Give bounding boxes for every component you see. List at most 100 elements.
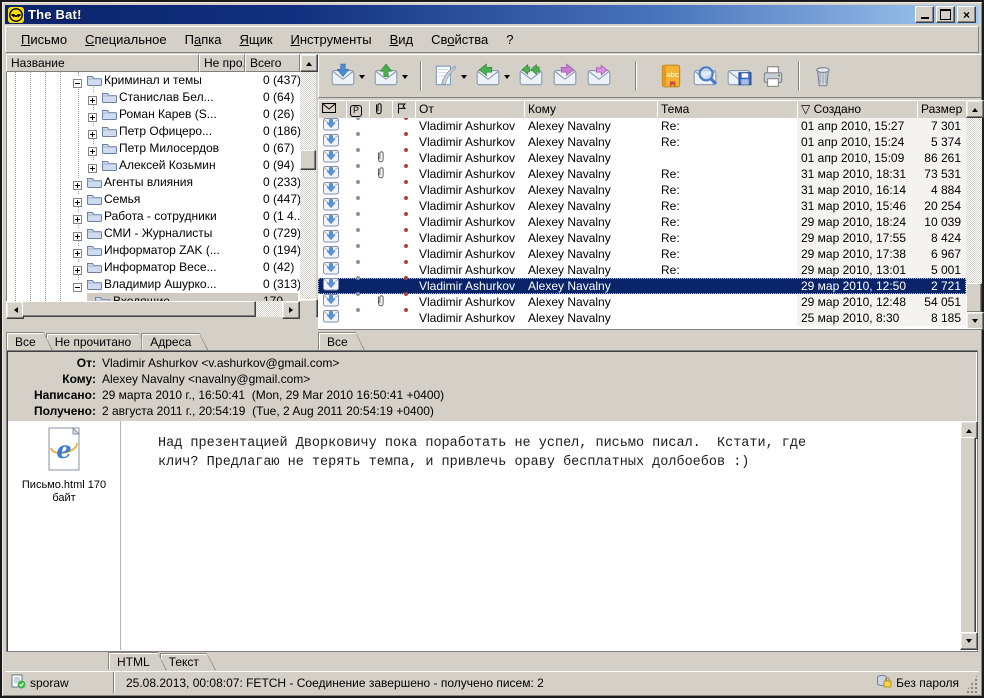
message-row[interactable]: Vladimir AshurkovAlexey NavalnyRe:31 мар…: [318, 166, 966, 182]
scroll-down-button[interactable]: [966, 312, 984, 330]
tree-horizontal-scrollbar[interactable]: [6, 301, 300, 317]
toolbar-button-reply-all[interactable]: [515, 61, 547, 91]
column-header-attachment[interactable]: [369, 100, 393, 119]
column-header-size[interactable]: Размер: [917, 100, 968, 119]
folder-row[interactable]: Петр Офицеро...0 (186): [7, 123, 300, 140]
folder-row[interactable]: Работа - сотрудники0 (1 4..: [7, 208, 300, 225]
view-tab-html[interactable]: HTML: [108, 652, 167, 670]
toolbar-button-search[interactable]: [689, 61, 721, 91]
maximize-button[interactable]: [936, 6, 955, 23]
folder-tab-адреса[interactable]: Адреса: [141, 333, 208, 350]
tree-column-total[interactable]: Всего: [245, 54, 300, 72]
column-header-from[interactable]: От: [415, 100, 525, 119]
dropdown-arrow-icon[interactable]: [504, 75, 510, 82]
resize-grip[interactable]: [965, 672, 979, 693]
column-header-flag[interactable]: [392, 100, 416, 119]
toolbar-button-redirect[interactable]: [583, 61, 615, 91]
expand-toggle[interactable]: [73, 195, 82, 204]
folder-row[interactable]: Роман Карев (S...0 (26): [7, 106, 300, 123]
message-row[interactable]: Vladimir AshurkovAlexey Navalny01 апр 20…: [318, 150, 966, 166]
toolbar-button-receive-mail[interactable]: [327, 61, 368, 91]
tree-column-name[interactable]: Название: [6, 54, 199, 72]
menu-item-письмо[interactable]: Письмо: [12, 29, 76, 50]
expand-toggle[interactable]: [88, 144, 97, 153]
message-row[interactable]: Vladimir AshurkovAlexey NavalnyRe:01 апр…: [318, 118, 966, 134]
toolbar-button-reply[interactable]: [472, 61, 513, 91]
message-row[interactable]: Vladimir AshurkovAlexey NavalnyRe:29 мар…: [318, 262, 966, 278]
toolbar-button-send-mail[interactable]: [370, 61, 411, 91]
folder-row[interactable]: Агенты влияния0 (233): [7, 174, 300, 191]
message-list-tab-все[interactable]: Все: [318, 332, 365, 350]
toolbar-button-address-book[interactable]: abc: [655, 61, 687, 91]
expand-toggle[interactable]: [73, 229, 82, 238]
message-row[interactable]: Vladimir AshurkovAlexey NavalnyRe:29 мар…: [318, 214, 966, 230]
scrollbar-thumb[interactable]: [300, 150, 316, 170]
scroll-up-button[interactable]: [300, 54, 318, 72]
account-indicator[interactable]: sporaw: [5, 672, 114, 693]
collapse-toggle[interactable]: [73, 280, 82, 289]
collapse-toggle[interactable]: [73, 76, 82, 85]
message-row[interactable]: Vladimir AshurkovAlexey Navalny29 мар 20…: [318, 294, 966, 310]
column-header-created[interactable]: ▽ Создано: [797, 100, 918, 119]
expand-toggle[interactable]: [73, 178, 82, 187]
column-header-priority[interactable]: P: [346, 100, 370, 119]
folder-row[interactable]: Информатор ZAK (...0 (194): [7, 242, 300, 259]
menu-item-вид[interactable]: Вид: [381, 29, 423, 50]
toolbar-button-delete[interactable]: [807, 61, 839, 91]
dropdown-arrow-icon[interactable]: [402, 75, 408, 82]
toolbar-button-print[interactable]: [757, 61, 789, 91]
menu-item-специальное[interactable]: Специальное: [76, 29, 176, 50]
message-row[interactable]: Vladimir AshurkovAlexey Navalny29 мар 20…: [318, 278, 966, 294]
message-row[interactable]: Vladimir AshurkovAlexey NavalnyRe:31 мар…: [318, 182, 966, 198]
scroll-right-button[interactable]: [282, 301, 300, 319]
message-row[interactable]: Vladimir AshurkovAlexey NavalnyRe:31 мар…: [318, 198, 966, 214]
folder-row[interactable]: Владимир Ашурко...0 (313): [7, 276, 300, 293]
expand-toggle[interactable]: [88, 127, 97, 136]
scrollbar-thumb[interactable]: [22, 301, 256, 317]
expand-toggle[interactable]: [88, 110, 97, 119]
menu-item-ящик[interactable]: Ящик: [230, 29, 281, 50]
menu-item-?[interactable]: ?: [497, 29, 522, 50]
dropdown-arrow-icon[interactable]: [359, 75, 365, 82]
folder-tab-не-прочитано[interactable]: Не прочитано: [46, 333, 149, 350]
message-row[interactable]: Vladimir AshurkovAlexey Navalny25 мар 20…: [318, 310, 966, 326]
toolbar-button-save[interactable]: [723, 61, 755, 91]
message-row[interactable]: Vladimir AshurkovAlexey NavalnyRe:01 апр…: [318, 134, 966, 150]
menu-item-инструменты[interactable]: Инструменты: [282, 29, 381, 50]
view-tab-текст[interactable]: Текст: [160, 653, 216, 670]
tree-column-unread[interactable]: Не про...: [199, 54, 245, 72]
body-vertical-scrollbar[interactable]: [960, 421, 976, 650]
folder-row[interactable]: Алексей Козьмин0 (94): [7, 157, 300, 174]
title-bar[interactable]: The Bat! ×: [5, 5, 979, 24]
expand-toggle[interactable]: [88, 161, 97, 170]
scrollbar-thumb[interactable]: [966, 283, 982, 313]
dropdown-arrow-icon[interactable]: [461, 75, 467, 82]
folder-row[interactable]: Станислав Бел...0 (64): [7, 89, 300, 106]
expand-toggle[interactable]: [88, 93, 97, 102]
column-header-envelope[interactable]: [318, 100, 347, 119]
expand-toggle[interactable]: [73, 212, 82, 221]
toolbar-button-forward[interactable]: [549, 61, 581, 91]
scroll-down-button[interactable]: [960, 632, 978, 650]
attachment-item[interactable]: e Письмо.html 170 байт: [18, 426, 110, 505]
folder-row[interactable]: Семья0 (447): [7, 191, 300, 208]
minimize-button[interactable]: [915, 6, 934, 23]
expand-toggle[interactable]: [73, 263, 82, 272]
close-button[interactable]: ×: [957, 6, 976, 23]
menu-item-свойства[interactable]: Свойства: [422, 29, 497, 50]
scroll-up-button[interactable]: [966, 100, 984, 118]
message-row[interactable]: Vladimir AshurkovAlexey NavalnyRe:29 мар…: [318, 230, 966, 246]
message-row[interactable]: Vladimir AshurkovAlexey NavalnyRe:29 мар…: [318, 246, 966, 262]
toolbar-button-new-message[interactable]: [429, 61, 470, 91]
folder-row[interactable]: Петр Милосердов0 (67): [7, 140, 300, 157]
list-vertical-scrollbar[interactable]: [966, 100, 982, 330]
folder-row[interactable]: СМИ - Журналисты0 (729): [7, 225, 300, 242]
menu-item-папка[interactable]: Папка: [176, 29, 231, 50]
scrollbar-thumb[interactable]: [960, 437, 976, 634]
password-indicator[interactable]: Без пароля: [851, 672, 965, 693]
column-header-to[interactable]: Кому: [524, 100, 658, 119]
folder-row[interactable]: Информатор Весе...0 (42): [7, 259, 300, 276]
expand-toggle[interactable]: [73, 246, 82, 255]
column-header-subject[interactable]: Тема: [657, 100, 798, 119]
folder-row[interactable]: Криминал и темы0 (437): [7, 72, 300, 89]
